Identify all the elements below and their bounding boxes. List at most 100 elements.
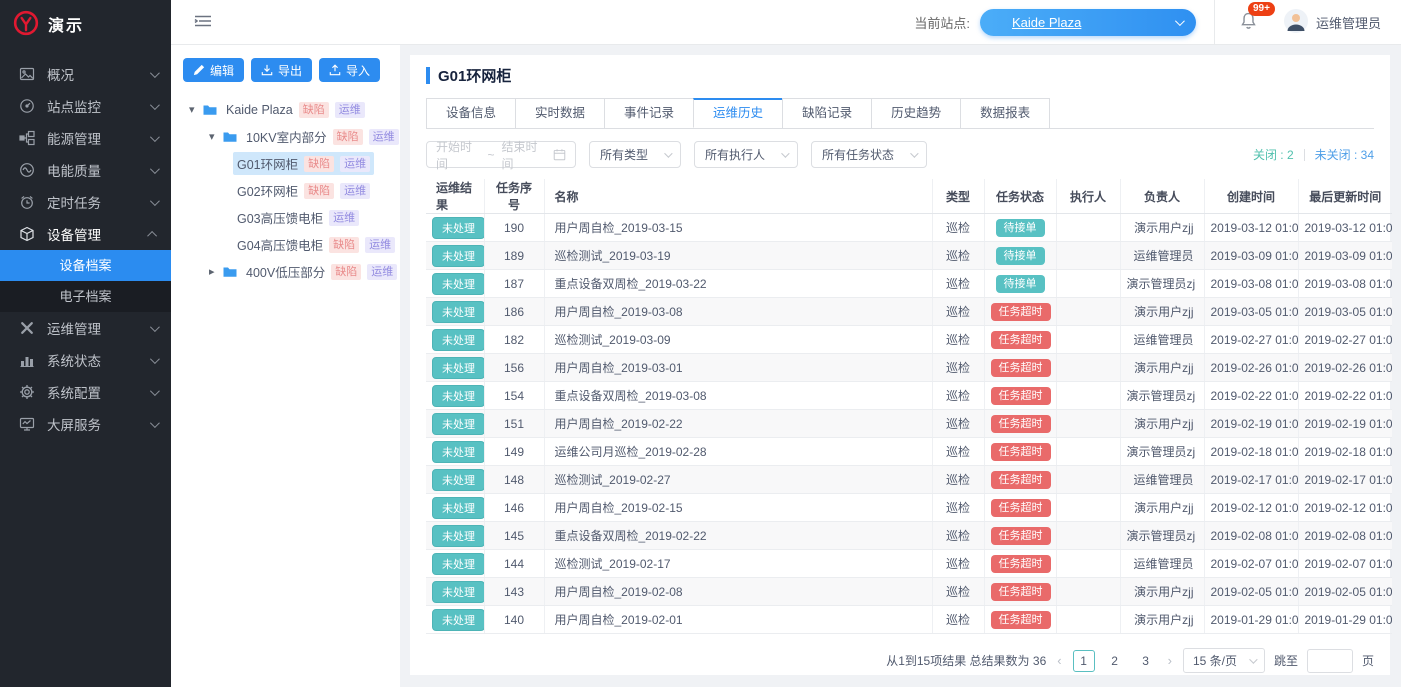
prev-page-button[interactable]: ‹ — [1055, 653, 1063, 668]
chevron-down-icon — [150, 196, 160, 206]
result-button[interactable]: 未处理 — [432, 273, 484, 295]
detail-tabs: 设备信息 实时数据 事件记录 运维历史 缺陷记录 历史趋势 数据报表 — [426, 98, 1374, 129]
result-button[interactable]: 未处理 — [432, 217, 484, 239]
result-button[interactable]: 未处理 — [432, 245, 484, 267]
task-type: 巡检 — [932, 522, 984, 550]
caret-down-icon[interactable]: ▾ — [209, 130, 223, 143]
result-button[interactable]: 未处理 — [432, 301, 484, 323]
next-page-button[interactable]: › — [1166, 653, 1174, 668]
result-button[interactable]: 未处理 — [432, 385, 484, 407]
caret-right-icon[interactable]: ▸ — [209, 265, 223, 278]
result-button[interactable]: 未处理 — [432, 581, 484, 603]
user-menu[interactable]: 运维管理员 — [1284, 9, 1381, 36]
site-monitor-icon — [18, 98, 35, 115]
alarm-clock-icon — [18, 194, 35, 211]
sidebar-subitem-device-archive[interactable]: 设备档案 — [0, 250, 171, 281]
chevron-down-icon — [150, 68, 160, 78]
jump-unit: 页 — [1362, 652, 1374, 669]
result-button[interactable]: 未处理 — [432, 553, 484, 575]
result-button[interactable]: 未处理 — [432, 497, 484, 519]
page-size-select[interactable]: 15 条/页 — [1183, 648, 1265, 673]
import-button[interactable]: 导入 — [319, 58, 380, 82]
task-seq: 182 — [484, 326, 544, 354]
task-status-badge: 任务超时 — [991, 555, 1051, 573]
tree-toolbar: 编辑 导出 导入 — [183, 58, 392, 82]
device-management-submenu: 设备档案 电子档案 — [0, 250, 171, 312]
caret-down-icon[interactable]: ▾ — [189, 103, 203, 116]
notifications-button[interactable]: 99+ — [1239, 11, 1258, 34]
task-updated-time: 2019-02-19 01:00 — [1298, 410, 1392, 438]
task-seq: 190 — [484, 214, 544, 242]
tab-defect-records[interactable]: 缺陷记录 — [782, 98, 871, 128]
task-owner: 演示管理员zj — [1120, 270, 1204, 298]
export-button[interactable]: 导出 — [251, 58, 312, 82]
sidebar-nav: 概况 站点监控 能源管理 电能质量 定时任务 — [0, 48, 171, 440]
result-counts: 关闭 : 2 未关闭 : 34 — [1253, 146, 1374, 163]
task-updated-time: 2019-03-08 01:00 — [1298, 270, 1392, 298]
task-type: 巡检 — [932, 382, 984, 410]
chevron-down-icon — [1249, 655, 1257, 663]
tree-node-g04[interactable]: G04高压馈电柜 缺陷 运维 — [183, 231, 392, 258]
tab-device-info[interactable]: 设备信息 — [426, 98, 515, 128]
table-row: 未处理 154 重点设备双周检_2019-03-08 巡检 任务超时 演示管理员… — [426, 382, 1392, 410]
result-button[interactable]: 未处理 — [432, 609, 484, 631]
defect-badge: 缺陷 — [333, 129, 363, 145]
task-type: 巡检 — [932, 242, 984, 270]
task-owner: 运维管理员 — [1120, 242, 1204, 270]
collapse-menu-icon[interactable] — [194, 13, 212, 32]
site-select[interactable]: Kaide Plaza — [980, 9, 1196, 36]
sidebar-item-ops-management[interactable]: 运维管理 — [0, 312, 171, 344]
tab-ops-history[interactable]: 运维历史 — [693, 98, 782, 128]
sidebar-item-big-screen[interactable]: 大屏服务 — [0, 408, 171, 440]
table-row: 未处理 156 用户周自检_2019-03-01 巡检 任务超时 演示用户zjj… — [426, 354, 1392, 382]
sidebar-item-energy[interactable]: 能源管理 — [0, 122, 171, 154]
executor-filter-select[interactable]: 所有执行人 — [694, 141, 798, 168]
ops-badge: 运维 — [335, 102, 365, 118]
task-owner: 演示用户zjj — [1120, 410, 1204, 438]
tab-data-report[interactable]: 数据报表 — [960, 98, 1050, 128]
task-owner: 运维管理员 — [1120, 550, 1204, 578]
sidebar-item-system-status[interactable]: 系统状态 — [0, 344, 171, 376]
tree-node-g03[interactable]: G03高压馈电柜 运维 — [183, 204, 392, 231]
result-button[interactable]: 未处理 — [432, 329, 484, 351]
task-type: 巡检 — [932, 214, 984, 242]
tree-node-g01[interactable]: G01环网柜 缺陷 运维 — [183, 150, 392, 177]
result-button[interactable]: 未处理 — [432, 469, 484, 491]
task-created-time: 2019-02-05 01:00 — [1204, 578, 1298, 606]
page-button-1[interactable]: 1 — [1073, 650, 1095, 672]
tab-history-trend[interactable]: 历史趋势 — [871, 98, 960, 128]
tab-event-log[interactable]: 事件记录 — [604, 98, 693, 128]
sidebar-subitem-electronic-archive[interactable]: 电子档案 — [0, 281, 171, 312]
result-button[interactable]: 未处理 — [432, 525, 484, 547]
sidebar-item-system-config[interactable]: 系统配置 — [0, 376, 171, 408]
type-filter-select[interactable]: 所有类型 — [589, 141, 681, 168]
jump-page-input[interactable] — [1307, 649, 1353, 673]
sidebar-item-device-management[interactable]: 设备管理 — [0, 218, 171, 250]
task-created-time: 2019-02-17 01:00 — [1204, 466, 1298, 494]
tab-realtime-data[interactable]: 实时数据 — [515, 98, 604, 128]
task-type: 巡检 — [932, 550, 984, 578]
tree-node-label: G01环网柜 — [237, 154, 298, 173]
sidebar-item-site-monitor[interactable]: 站点监控 — [0, 90, 171, 122]
task-status-filter-select[interactable]: 所有任务状态 — [811, 141, 927, 168]
page-button-3[interactable]: 3 — [1135, 650, 1157, 672]
task-created-time: 2019-02-22 01:00 — [1204, 382, 1298, 410]
page-button-2[interactable]: 2 — [1104, 650, 1126, 672]
tree-node-400v[interactable]: ▸ 400V低压部分 缺陷 运维 — [183, 258, 392, 285]
sidebar-item-power-quality[interactable]: 电能质量 — [0, 154, 171, 186]
tree-node-10kv[interactable]: ▾ 10KV室内部分 缺陷 运维 — [183, 123, 392, 150]
result-button[interactable]: 未处理 — [432, 357, 484, 379]
task-created-time: 2019-02-19 01:00 — [1204, 410, 1298, 438]
date-range-picker[interactable]: 开始时间 ~ 结束时间 — [426, 141, 576, 168]
result-button[interactable]: 未处理 — [432, 441, 484, 463]
sidebar-item-overview[interactable]: 概况 — [0, 58, 171, 90]
task-updated-time: 2019-02-05 01:00 — [1298, 578, 1392, 606]
sidebar-item-scheduled-tasks[interactable]: 定时任务 — [0, 186, 171, 218]
tree-node-site[interactable]: ▾ Kaide Plaza 缺陷 运维 — [183, 96, 392, 123]
tree-node-g02[interactable]: G02环网柜 缺陷 运维 — [183, 177, 392, 204]
result-button[interactable]: 未处理 — [432, 413, 484, 435]
task-updated-time: 2019-03-12 01:00 — [1298, 214, 1392, 242]
task-status-badge: 任务超时 — [991, 387, 1051, 405]
task-seq: 189 — [484, 242, 544, 270]
edit-button[interactable]: 编辑 — [183, 58, 244, 82]
